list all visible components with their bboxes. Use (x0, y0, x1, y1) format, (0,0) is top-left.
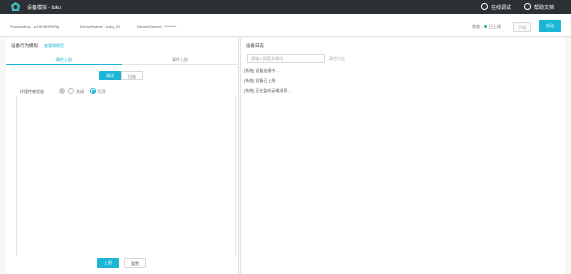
active-tab-indicator (6, 64, 122, 65)
simulation-tabs: 属性上报 事件上报 (6, 56, 239, 65)
radio-off[interactable] (68, 88, 74, 94)
simulation-panel-title: 设备行为模拟 (11, 43, 38, 48)
app-title: 设备模拟 - tuku (27, 5, 61, 11)
radio-on[interactable] (90, 88, 96, 94)
log-line: [系统] 设备连接中... (244, 68, 279, 73)
clear-log-button[interactable]: 清空日志 (329, 56, 345, 62)
simulation-panel: 设备行为模拟 查看物模型 属性上报 事件上报 调试 日志 环境传感状态 关闭 打… (6, 38, 239, 274)
tab-property-report[interactable]: 属性上报 (6, 57, 122, 63)
device-info-bar: ProductKey : a1SH9hPhPkj DeviceName : tu… (0, 14, 571, 37)
top-bar: 设备模拟 - tuku 在线调试 帮助文档 (0, 0, 571, 14)
device-secret: DeviceSecret : ******** (137, 24, 177, 29)
editor-border (235, 96, 236, 256)
device-name: DeviceName : tuku_01 (80, 24, 121, 29)
debug-link[interactable]: 在线调试 (491, 4, 511, 11)
offline-button[interactable]: 下线 (513, 22, 531, 32)
status-dot (484, 25, 487, 28)
log-line: [系统] 设备已上线 (244, 78, 276, 83)
radio-on-label: 打开 (98, 89, 106, 94)
radio-off-label: 关闭 (76, 89, 84, 94)
property-editor[interactable] (16, 96, 235, 256)
product-key: ProductKey : a1SH9hPhPkj (10, 24, 59, 29)
view-model-link[interactable]: 查看物模型 (44, 43, 64, 49)
app-logo-icon (11, 2, 20, 11)
help-icon[interactable] (524, 3, 531, 10)
device-log-panel: 设备日志 请输入搜索关键词 清空日志 [系统] 设备连接中... [系统] 设备… (240, 38, 565, 274)
log-mode-button[interactable]: 日志 (121, 71, 143, 80)
status-label: 状态 : (472, 24, 483, 29)
main-content: 设备行为模拟 查看物模型 属性上报 事件上报 调试 日志 环境传感状态 关闭 打… (0, 37, 571, 274)
debug-mode-button[interactable]: 调试 (99, 71, 121, 80)
status-badge: 已上线 (489, 24, 501, 29)
question-icon[interactable] (59, 88, 65, 94)
debug-icon[interactable] (481, 3, 488, 10)
log-line: [系统] 正在监听云端消息... (244, 88, 291, 93)
tab-event-report[interactable]: 事件上报 (122, 57, 238, 63)
reset-button[interactable]: 重置 (124, 258, 146, 268)
start-button[interactable]: 启动 (539, 20, 561, 32)
log-panel-title: 设备日志 (246, 43, 264, 48)
help-link[interactable]: 帮助文档 (534, 4, 554, 11)
send-button[interactable]: 上报 (97, 258, 119, 268)
log-search-input[interactable]: 请输入搜索关键词 (247, 54, 325, 63)
field-label: 环境传感状态 (20, 89, 44, 94)
